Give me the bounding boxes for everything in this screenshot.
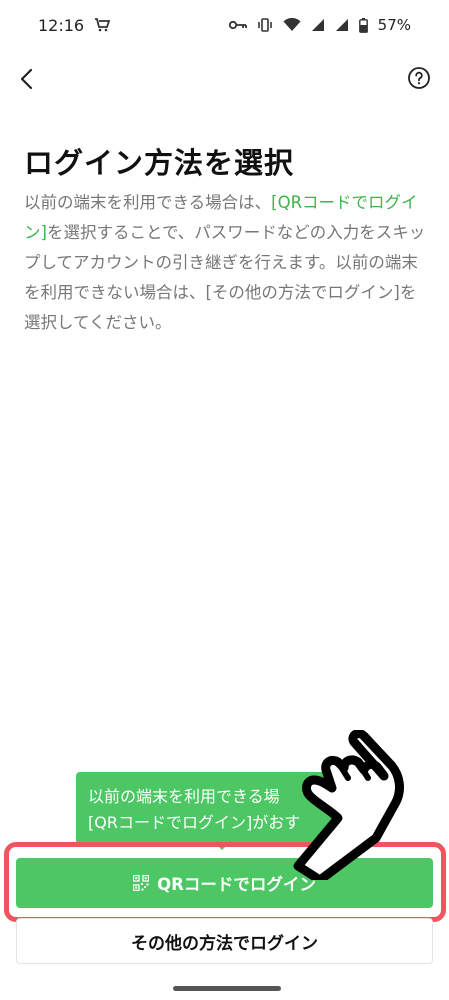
status-left: 12:16: [38, 15, 111, 35]
status-time: 12:16: [38, 15, 85, 35]
home-indicator: [173, 986, 281, 991]
description-text: 以前の端末を利用できる場合は、: [24, 193, 272, 212]
page-description: 以前の端末を利用できる場合は、[QRコードでログイン]を選択することで、パスワー…: [24, 188, 428, 338]
top-navigation: [0, 58, 449, 98]
key-icon: [228, 20, 247, 30]
status-right: 57%: [228, 16, 411, 34]
wifi-icon: [283, 18, 301, 31]
qr-code-icon: [133, 875, 150, 891]
signal-icon: [335, 19, 348, 31]
signal-icon: [311, 19, 324, 31]
battery-icon: [358, 17, 368, 33]
other-login-button[interactable]: その他の方法でログイン: [16, 918, 433, 964]
chevron-left-icon[interactable]: [14, 64, 40, 94]
battery-percent: 57%: [377, 16, 411, 34]
status-bar: 12:16 57%: [0, 0, 449, 50]
pointing-hand-icon: [293, 730, 404, 880]
question-circle-icon[interactable]: [407, 66, 431, 90]
description-text: を選択することで、パスワードなどの入力をスキップしてアカウントの引き継ぎを行えま…: [24, 223, 426, 332]
other-login-label: その他の方法でログイン: [131, 933, 318, 954]
cart-icon: [95, 18, 111, 32]
vibrate-icon: [257, 18, 272, 32]
page-title: ログイン方法を選択: [24, 146, 295, 180]
